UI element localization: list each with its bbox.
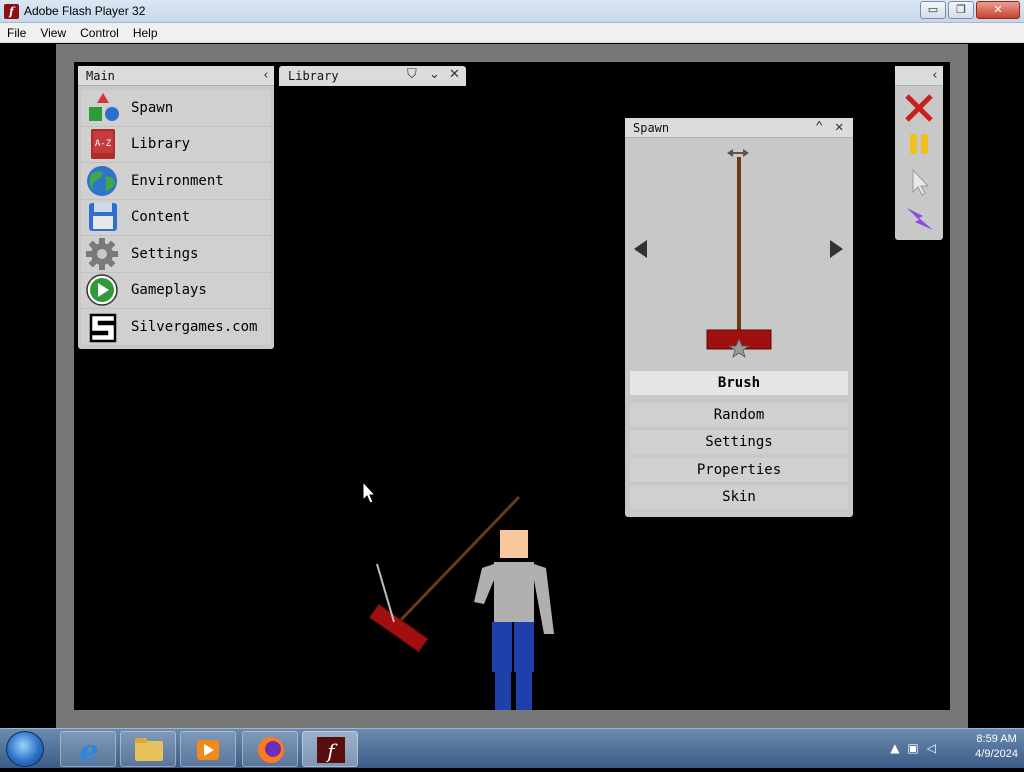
menu-bar: File View Control Help <box>0 23 1024 43</box>
gear-icon <box>85 237 121 270</box>
lightning-icon[interactable] <box>903 202 935 234</box>
properties-button[interactable]: Properties <box>630 458 848 482</box>
minimize-button[interactable]: ▭ <box>920 1 946 19</box>
volume-muted-icon[interactable]: ◁ <box>927 741 936 755</box>
settings-button[interactable]: Settings <box>630 430 848 454</box>
clock-time: 8:59 AM <box>976 733 1017 745</box>
menu-view[interactable]: View <box>33 23 73 42</box>
svg-text:A-Z: A-Z <box>95 139 112 149</box>
main-panel-title: Main <box>86 69 115 83</box>
delete-x-icon[interactable] <box>903 92 935 124</box>
library-chevron-icon[interactable]: ⌄ <box>429 67 440 82</box>
media-player-taskbar-icon[interactable] <box>180 731 236 767</box>
next-item-arrow-icon[interactable] <box>830 240 843 258</box>
globe-icon <box>85 165 121 197</box>
menu-file[interactable]: File <box>0 23 33 42</box>
main-item-label: Environment <box>131 172 224 189</box>
prev-item-arrow-icon[interactable] <box>634 240 647 258</box>
main-item-settings[interactable]: Settings <box>81 236 271 273</box>
close-button[interactable]: ✕ <box>976 1 1020 19</box>
main-panel: Main ‹ Spawn A-Z Library Environment Con <box>78 66 274 349</box>
system-clock[interactable]: 8:59 AM 4/9/2024 <box>975 733 1018 760</box>
main-item-environment[interactable]: Environment <box>81 163 271 200</box>
main-item-spawn[interactable]: Spawn <box>81 90 271 127</box>
ragdoll-character[interactable] <box>474 530 554 710</box>
svg-text:e: e <box>79 734 98 768</box>
library-book-icon: A-Z <box>85 128 121 160</box>
main-item-label: Library <box>131 136 191 153</box>
main-item-label: Settings <box>131 245 199 262</box>
main-item-label: Silvergames.com <box>131 318 258 335</box>
library-close-icon[interactable]: ✕ <box>449 67 460 82</box>
network-icon[interactable]: ▣ <box>907 741 918 755</box>
spawn-panel-header: Spawn ⌃ ✕ <box>625 118 853 138</box>
tool-panel-header: ‹ <box>895 66 943 86</box>
library-tab-title: Library <box>288 69 339 83</box>
selected-item-brush[interactable]: Brush <box>630 371 848 395</box>
flash-player-taskbar-icon[interactable]: f <box>302 731 358 767</box>
floppy-disk-icon <box>85 201 121 233</box>
silvergames-logo-icon <box>85 311 121 343</box>
tray-expand-arrow-icon[interactable]: ▲ <box>890 741 899 755</box>
tool-collapse-icon[interactable]: ‹ <box>931 68 939 83</box>
main-panel-header: Main ‹ <box>78 66 274 86</box>
clock-date: 4/9/2024 <box>975 748 1018 760</box>
start-button[interactable] <box>6 731 44 767</box>
restore-button[interactable]: ❐ <box>948 1 974 19</box>
flash-app-icon: f <box>4 4 19 19</box>
random-button[interactable]: Random <box>630 403 848 427</box>
main-item-label: Gameplays <box>131 282 207 299</box>
library-tab[interactable]: Library ⛉ ⌄ ✕ <box>279 66 466 86</box>
main-item-label: Content <box>131 209 191 226</box>
mouse-cursor <box>362 480 377 504</box>
internet-explorer-taskbar-icon[interactable]: e <box>60 731 116 769</box>
main-item-gameplays[interactable]: Gameplays <box>81 272 271 309</box>
play-icon <box>85 274 121 306</box>
spawn-panel-title: Spawn <box>633 121 670 135</box>
menu-help[interactable]: Help <box>126 23 165 42</box>
spawn-shapes-icon <box>85 92 121 124</box>
menu-control[interactable]: Control <box>73 23 126 42</box>
file-explorer-taskbar-icon[interactable] <box>120 731 176 767</box>
tool-panel: ‹ <box>895 66 943 240</box>
windows-taskbar: e f ▲ ▣ ◁ 8:59 AM 4/9/2024 <box>0 728 1024 769</box>
main-collapse-icon[interactable]: ‹ <box>262 68 270 83</box>
window-titlebar: f Adobe Flash Player 32 ▭ ❐ ✕ <box>0 0 1024 23</box>
spawn-panel: Spawn ⌃ ✕ Brush Random Settings Properti… <box>625 118 853 517</box>
main-item-label: Spawn <box>131 99 174 116</box>
main-item-library[interactable]: A-Z Library <box>81 126 271 163</box>
library-shield-icon[interactable]: ⛉ <box>407 67 417 82</box>
main-item-silvergames[interactable]: Silvergames.com <box>81 309 271 346</box>
spawn-collapse-icon[interactable]: ⌃ <box>815 119 823 135</box>
spawn-preview <box>625 139 853 369</box>
spawn-close-icon[interactable]: ✕ <box>835 119 843 135</box>
firefox-taskbar-icon[interactable] <box>242 731 298 767</box>
window-title: Adobe Flash Player 32 <box>24 4 146 18</box>
pause-icon[interactable] <box>903 128 935 160</box>
cursor-icon[interactable] <box>903 166 935 198</box>
main-item-content[interactable]: Content <box>81 199 271 236</box>
brush-preview-icon <box>706 149 772 358</box>
skin-button[interactable]: Skin <box>630 485 848 509</box>
